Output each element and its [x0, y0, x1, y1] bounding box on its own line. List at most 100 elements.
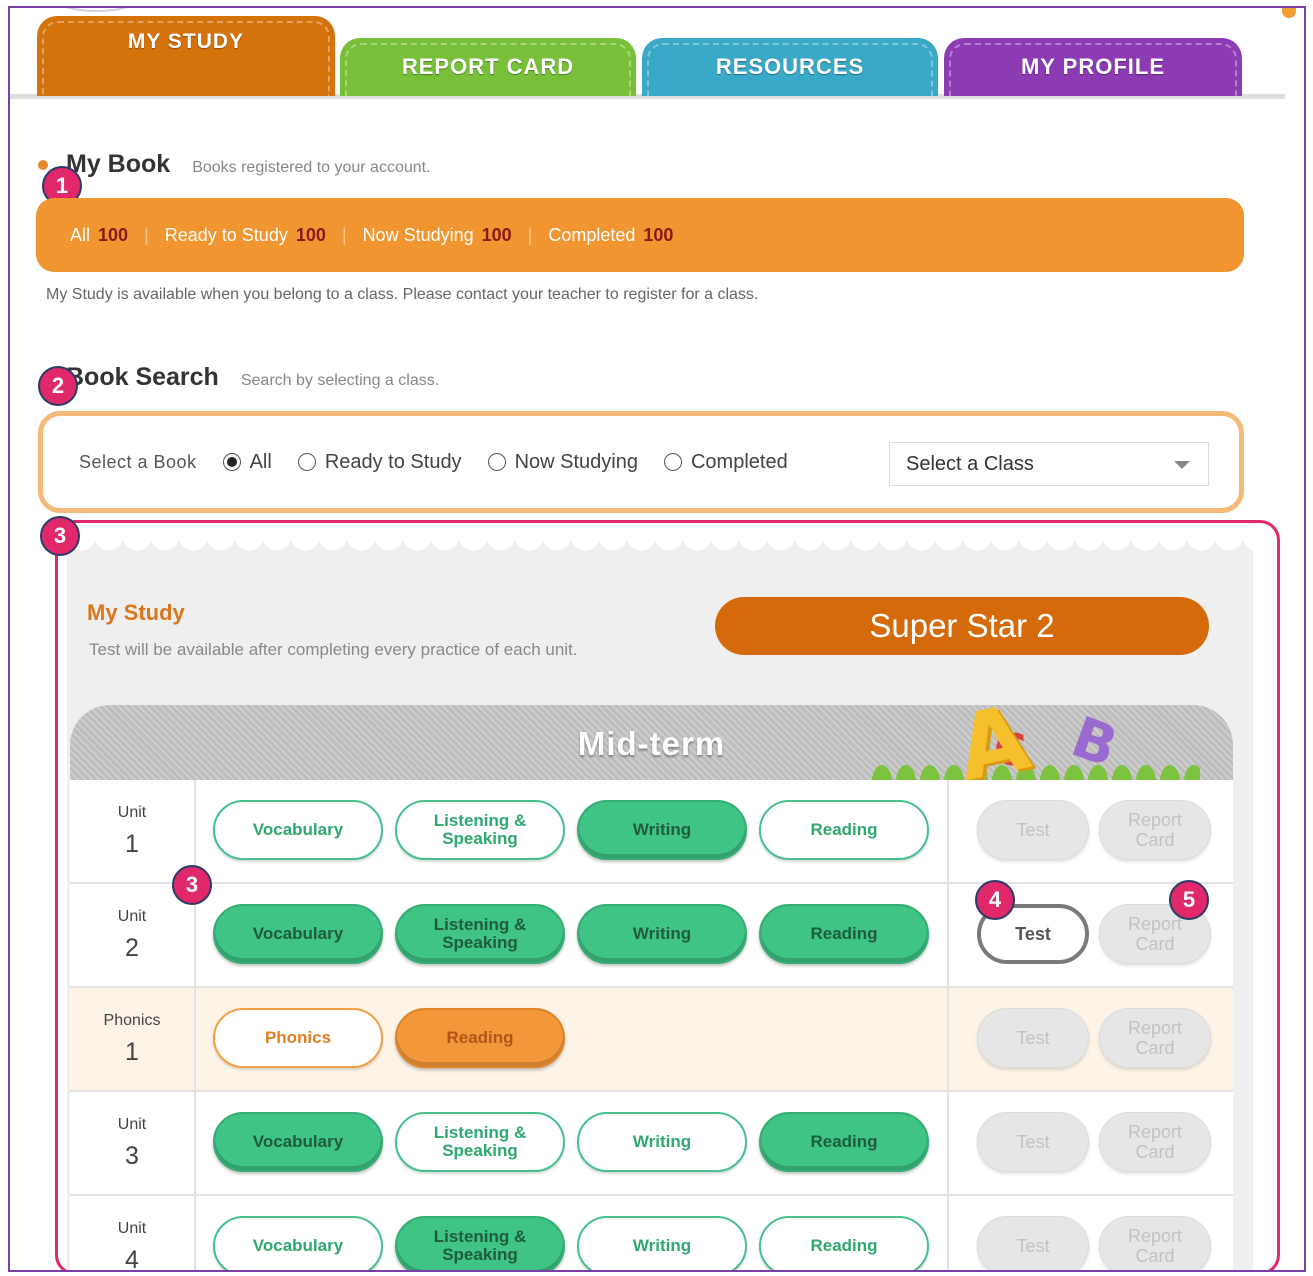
unit-cell: Phonics 1	[70, 988, 196, 1090]
unit-cell: Unit 1	[70, 780, 196, 882]
radio-completed[interactable]: Completed	[663, 451, 788, 474]
listening-speaking-button[interactable]: Listening & Speaking	[395, 1216, 565, 1270]
stat-value-ready: 100	[295, 224, 326, 245]
my-book-header: My Book Books registered to your account…	[66, 150, 431, 179]
tab-my-study[interactable]: MY STUDY	[37, 16, 335, 96]
reading-button[interactable]: Reading	[395, 1008, 565, 1068]
book-stats-bar: All 100 | Ready to Study 100 | Now Study…	[36, 198, 1244, 272]
pill-label: Writing	[632, 924, 692, 943]
unit-number: 1	[125, 830, 139, 858]
test-button[interactable]: Test	[977, 800, 1089, 860]
unit-kind: Unit	[117, 1220, 147, 1237]
tab-label: REPORT CARD	[401, 54, 575, 79]
stat-value-completed: 100	[643, 224, 674, 245]
radio-button[interactable]	[297, 453, 316, 471]
test-label: Test	[1016, 1236, 1050, 1256]
stat-separator: |	[527, 224, 533, 245]
stat-label-all: All	[70, 224, 91, 245]
vocabulary-button[interactable]: Vocabulary	[213, 1216, 383, 1270]
reading-button[interactable]: Reading	[759, 1112, 929, 1172]
test-cell: Test Report Card	[947, 1196, 1235, 1270]
writing-button[interactable]: Writing	[577, 800, 747, 860]
my-book-subtitle: Books registered to your account.	[192, 159, 431, 176]
pill-label: Listening &	[433, 915, 527, 934]
term-title: Mid-term	[577, 725, 726, 762]
unit-number: 1	[125, 1038, 139, 1066]
callout-badge: 3	[40, 516, 80, 556]
tab-resources[interactable]: RESOURCES	[642, 38, 938, 96]
writing-button[interactable]: Writing	[577, 1112, 747, 1172]
pill-label: Vocabulary	[252, 1132, 344, 1151]
pill-label: Writing	[632, 820, 692, 839]
listening-speaking-button[interactable]: Listening & Speaking	[395, 800, 565, 860]
unit-table: Unit 1 Vocabulary Listening & Speaking Wr…	[70, 780, 1235, 1272]
report-card-button[interactable]: Report Card	[1099, 800, 1211, 860]
report-label: Report	[1127, 1226, 1183, 1246]
writing-button[interactable]: Writing	[577, 904, 747, 964]
unit-kind: Unit	[117, 804, 147, 821]
vocabulary-button[interactable]: Vocabulary	[213, 1112, 383, 1172]
test-button[interactable]: Test	[977, 1216, 1089, 1270]
radio-label: All	[249, 450, 272, 473]
phonics-button[interactable]: Phonics	[213, 1008, 383, 1068]
stat-value-studying: 100	[481, 224, 512, 245]
radio-now-studying[interactable]: Now Studying	[487, 451, 638, 474]
unit-number: 4	[125, 1246, 139, 1272]
radio-label: Ready to Study	[324, 450, 462, 473]
report-label: Report	[1127, 1018, 1183, 1038]
tab-report-card[interactable]: REPORT CARD	[340, 38, 636, 96]
report-label: Card	[1135, 934, 1175, 954]
unit-kind: Phonics	[103, 1012, 161, 1029]
my-study-panel: My Study Test will be available after co…	[67, 540, 1253, 1272]
pill-label: Speaking	[442, 1141, 518, 1160]
test-button[interactable]: Test	[977, 1112, 1089, 1172]
unit-cell: Unit 4	[70, 1196, 196, 1272]
test-cell: Test Report Card	[947, 1092, 1235, 1194]
listening-speaking-button[interactable]: Listening & Speaking	[395, 904, 565, 964]
tab-label: MY STUDY	[127, 30, 245, 53]
my-book-title: My Book	[66, 150, 171, 178]
class-select-dropdown[interactable]: Select a Class	[889, 442, 1209, 486]
stat-label-completed: Completed	[548, 224, 636, 245]
radio-button[interactable]	[222, 453, 241, 471]
reading-button[interactable]: Reading	[759, 1216, 929, 1270]
radio-button[interactable]	[487, 453, 506, 471]
pill-label: Speaking	[442, 933, 518, 952]
report-card-button[interactable]: Report Card	[1099, 1112, 1211, 1172]
report-card-button[interactable]: Report Card	[1099, 1216, 1211, 1270]
listening-speaking-button[interactable]: Listening & Speaking	[395, 1112, 565, 1172]
book-filter-box: Select a Book All Ready to Study Now Stu…	[38, 411, 1244, 513]
callout-badge: 5	[1169, 880, 1209, 920]
unit-cell: Unit 3	[70, 1092, 196, 1194]
tab-my-profile[interactable]: MY PROFILE	[944, 38, 1242, 96]
report-card-button[interactable]: Report Card	[1099, 1008, 1211, 1068]
unit-row: Unit 3 Vocabulary Listening & Speaking Wr…	[70, 1092, 1233, 1196]
select-book-label: Select a Book	[79, 451, 197, 472]
class-select-value: Select a Class	[906, 452, 1034, 475]
book-name-banner: Super Star 2	[715, 597, 1209, 655]
pill-label: Vocabulary	[252, 924, 344, 943]
vocabulary-button[interactable]: Vocabulary	[213, 904, 383, 964]
pill-label: Reading	[810, 924, 878, 943]
reading-button[interactable]: Reading	[759, 904, 929, 964]
pill-label: Listening &	[433, 1227, 527, 1246]
pill-label: Speaking	[442, 829, 518, 848]
radio-button[interactable]	[663, 453, 682, 471]
test-label: Test	[1015, 924, 1051, 944]
radio-all[interactable]: All	[222, 450, 272, 474]
reading-button[interactable]: Reading	[759, 800, 929, 860]
book-search-subtitle: Search by selecting a class.	[240, 372, 440, 389]
test-label: Test	[1016, 1028, 1050, 1048]
test-cell: Test Report Card	[947, 780, 1235, 882]
vocabulary-button[interactable]: Vocabulary	[213, 800, 383, 860]
book-search-header: Book Search Search by selecting a class.	[66, 363, 439, 392]
test-button[interactable]: Test	[977, 1008, 1089, 1068]
callout-badge: 2	[38, 366, 78, 406]
callout-badge: 3	[172, 865, 212, 905]
stat-label-studying: Now Studying	[362, 224, 474, 245]
writing-button[interactable]: Writing	[577, 1216, 747, 1270]
tab-label: MY PROFILE	[1020, 54, 1166, 79]
page-frame: MY STUDY REPORT CARD RESOURCES MY PROFIL…	[8, 6, 1306, 1272]
wavy-edge	[67, 540, 1253, 562]
radio-ready-to-study[interactable]: Ready to Study	[297, 450, 462, 474]
